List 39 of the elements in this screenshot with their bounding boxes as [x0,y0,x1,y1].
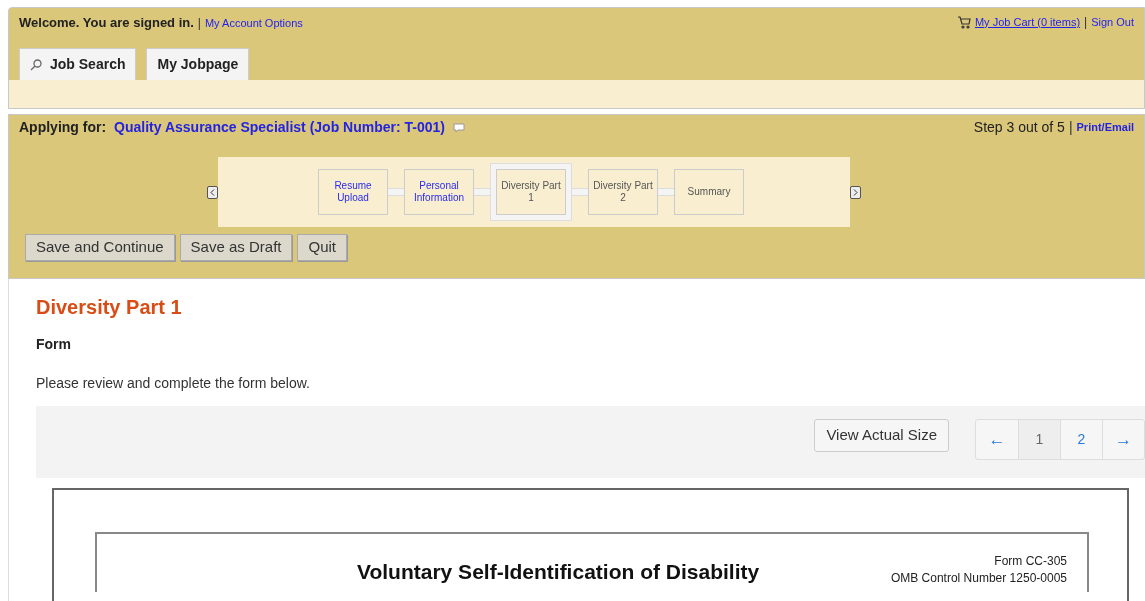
print-email-link[interactable]: Print/Email [1076,119,1134,136]
separator: | [1084,14,1088,31]
omb-number: OMB Control Number 1250-0005 [890,570,1067,587]
applying-label: Applying for: [19,118,107,137]
action-button[interactable]: Save as Draft [179,234,293,261]
instruction-text: Please review and complete the form below. [36,374,311,393]
search-icon [30,58,42,71]
step-connector [658,188,674,196]
page-heading: Diversity Part 1 [36,295,183,319]
scroll-right-button[interactable] [850,185,861,199]
nav-tab[interactable]: Job Search [19,48,137,80]
action-button[interactable]: Quit [297,234,347,261]
account-options-link[interactable]: My Account Options [204,14,303,31]
page-link[interactable]: 1 [1018,420,1060,459]
separator: | [1068,118,1073,137]
step-connector [388,188,404,196]
step-box[interactable]: Diversity Part 2 [588,169,658,215]
separator: | [197,14,201,32]
chevron-left-icon [210,188,215,196]
job-cart-link[interactable]: My Job Cart (0 items) [974,13,1081,31]
nav-tab[interactable]: My Jobpage [146,48,250,80]
action-button[interactable]: Save and Continue [25,234,175,261]
cart-icon [956,15,971,29]
step-box[interactable]: Personal Information [404,169,474,215]
scroll-left-button[interactable] [207,185,218,199]
step-box[interactable]: Summary [674,169,744,215]
welcome-text: Welcome. You are signed in. [19,14,194,32]
document-title: Voluntary Self-Identification of Disability [357,559,761,585]
step-box[interactable]: Resume Upload [318,169,388,215]
form-number: Form CC-305 [994,553,1067,570]
step-counter: Step 3 out of 5 [973,118,1065,137]
step-box[interactable]: Diversity Part 1 [496,169,566,215]
sign-out-link[interactable]: Sign Out [1091,13,1134,31]
section-heading: Form [36,335,72,354]
chevron-right-icon [853,188,858,196]
view-actual-size-button[interactable]: View Actual Size [814,419,949,452]
job-title-link[interactable]: Quality Assurance Specialist (Job Number: T-001) [114,117,446,138]
comment-icon [453,122,466,133]
page-link[interactable]: 2 [1060,420,1102,459]
